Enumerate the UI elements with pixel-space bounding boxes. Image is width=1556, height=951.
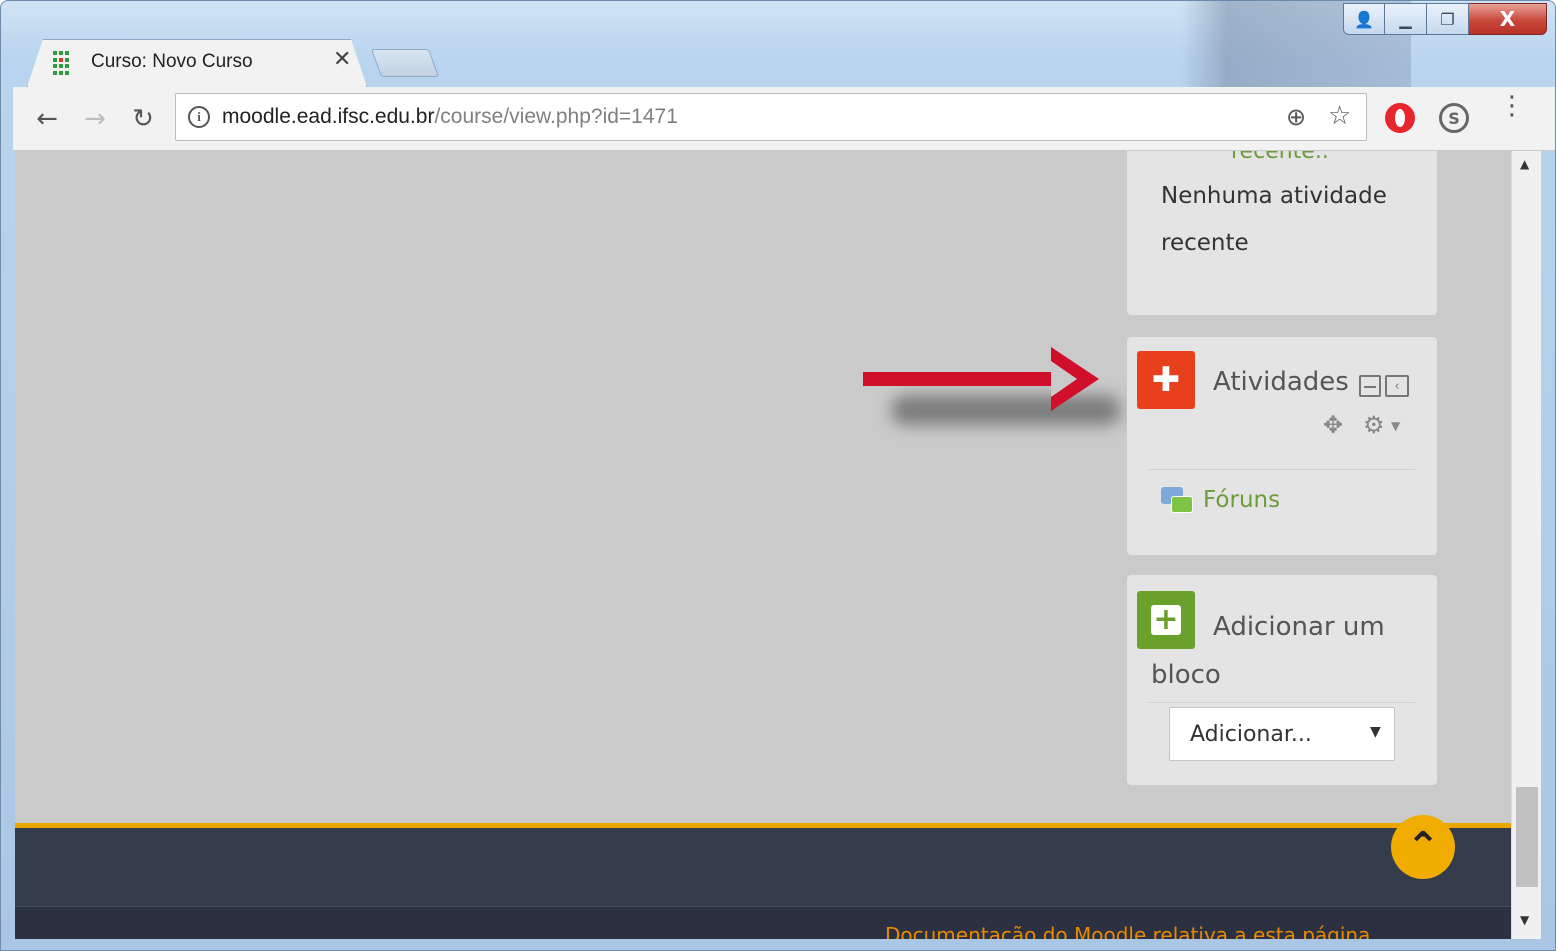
zoom-icon[interactable]: ⊕ (1286, 103, 1306, 131)
gear-icon[interactable]: ⚙ (1363, 411, 1385, 439)
moodle-docs-link[interactable]: Documentação do Moodle relativa a esta p… (885, 923, 1370, 939)
hide-block-icon[interactable] (1359, 375, 1381, 397)
no-recent-activity-text: Nenhuma atividade recente (1161, 183, 1387, 256)
activities-block-title: Atividades (1213, 367, 1349, 397)
browser-tab[interactable]: Curso: Novo Curso ✕ (27, 39, 367, 87)
minimize-button[interactable]: ▁ (1385, 3, 1427, 35)
add-block-block: + Adicionar um bloco Adicionar... ▼ (1127, 575, 1437, 785)
scroll-thumb[interactable] (1516, 787, 1538, 887)
footer-bottom-bar: Documentação do Moodle relativa a esta p… (15, 906, 1511, 939)
forum-icon (1161, 487, 1193, 515)
url-host: moodle.ead.ifsc.edu.br (222, 105, 435, 128)
new-tab-button[interactable] (370, 49, 440, 77)
divider (1149, 702, 1415, 703)
add-block-select[interactable]: Adicionar... ▼ (1169, 707, 1395, 761)
recent-activity-link[interactable]: recente.. (1231, 151, 1329, 164)
add-block-select-value: Adicionar... (1190, 722, 1312, 747)
site-info-icon[interactable]: i (188, 106, 210, 128)
url-path: /course/view.php?id=1471 (434, 105, 678, 128)
back-button[interactable]: ← (27, 99, 67, 139)
moodle-favicon-icon (53, 51, 73, 75)
tab-title: Curso: Novo Curso (91, 51, 253, 72)
divider (1149, 469, 1415, 470)
reload-button[interactable]: ↻ (123, 99, 163, 139)
activity-link-forums[interactable]: Fóruns (1203, 487, 1280, 513)
move-icon[interactable]: ✥ (1323, 411, 1343, 439)
add-block-title: Adicionar um bloco (1151, 612, 1385, 690)
page-footer: Documentação do Moodle relativa a esta p… (15, 828, 1511, 939)
close-window-button[interactable]: X (1469, 3, 1547, 35)
opera-extension-icon[interactable] (1385, 103, 1415, 133)
forward-button[interactable]: → (75, 99, 115, 139)
annotation-arrow-head-notch (1051, 361, 1077, 397)
chevron-down-icon: ▼ (1370, 724, 1381, 740)
chevron-down-icon[interactable]: ▼ (1391, 419, 1400, 433)
page-viewport: recente.. Nenhuma atividade recente ✚ At… (15, 151, 1511, 939)
back-to-top-button[interactable]: ⌃ (1391, 815, 1455, 879)
shazam-extension-icon[interactable]: S (1439, 103, 1469, 133)
scroll-up-icon[interactable]: ▲ (1520, 157, 1529, 171)
url-text[interactable]: moodle.ead.ifsc.edu.br/course/view.php?i… (222, 105, 678, 129)
scroll-down-icon[interactable]: ▼ (1520, 913, 1529, 927)
bookmark-star-icon[interactable]: ☆ (1328, 101, 1351, 131)
recent-activity-block: recente.. Nenhuma atividade recente (1127, 151, 1437, 315)
address-bar[interactable]: i moodle.ead.ifsc.edu.br/course/view.php… (175, 93, 1367, 141)
window-controls: 👤 ▁ ❐ X (1343, 3, 1547, 37)
restore-button[interactable]: ❐ (1427, 3, 1469, 35)
puzzle-piece-icon: ✚ (1137, 351, 1195, 409)
tab-close-icon[interactable]: ✕ (333, 47, 351, 72)
browser-toolbar: ← → ↻ i moodle.ead.ifsc.edu.br/course/vi… (13, 87, 1555, 151)
page-scrollbar[interactable]: ▲ ▼ (1511, 151, 1541, 939)
dock-block-icon[interactable]: ‹ (1385, 375, 1409, 397)
browser-menu-icon[interactable]: ⋮ (1499, 93, 1525, 119)
activities-block: ✚ Atividades ‹ ✥ ⚙ ▼ Fóruns (1127, 337, 1437, 555)
user-profile-button[interactable]: 👤 (1343, 3, 1385, 35)
browser-window: 👤 ▁ ❐ X Curso: Novo Curso ✕ ← → ↻ i mood… (0, 0, 1556, 951)
